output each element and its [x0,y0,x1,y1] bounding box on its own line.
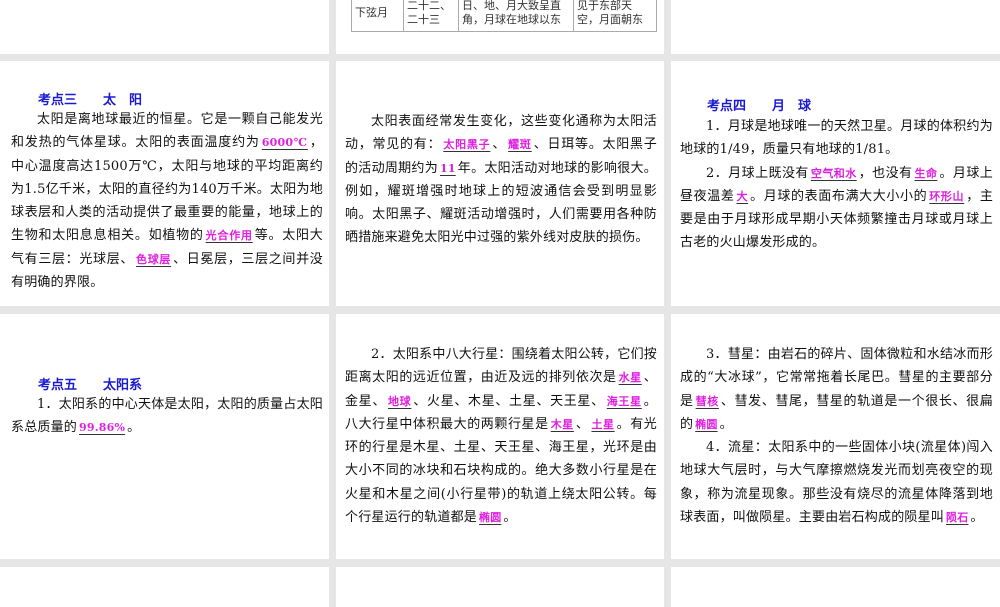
answer-blank: 太阳黑子 [443,138,491,152]
answer-blank: 空气和水 [810,166,857,180]
body-text: 1．月球是地球唯一的天然卫星。月球的体积约为地球的1/49，质量只有地球的1/8… [680,115,993,255]
answer-blank: 99.86% [79,421,126,435]
table-row: 下弦月 二十二、 二十三 日、地、月大致呈直角，月球在地球以东 见于东部天空，月… [351,0,657,32]
answer-blank: 木星 [550,417,574,431]
paragraph: 2．月球上既没有 空气和水 ，也没有 生命 。月球上昼夜温差大。月球的表面布满大大小小的… [680,162,993,255]
text-segment: 。月球的表面布满大大小小的 [750,188,928,204]
slide-thumb-11[interactable] [336,567,664,607]
slide-planets[interactable]: 2．太阳系中八大行星：围绕着太阳公转，它们按距离太阳的远近位置，由近及远的排列依… [336,314,664,559]
answer-blank: 地球 [388,394,412,408]
text-segment: 1．太阳系的中心天体是太阳，太阳的质量占太阳系总质量的 [11,397,323,436]
paragraph: 太阳表面经常发生变化，这些变化通称为太阳活动，常见的有： 太阳黑子、耀斑 、日珥等。… [345,110,657,250]
text-segment: 。 [127,420,141,436]
paragraph: 太阳是离地球最近的恒星。它是一颗自己能发光和发热的气体星球。太阳的表面温度约为 6… [11,108,323,294]
paragraph: 1．太阳系的中心天体是太阳，太阳的质量占太阳系总质量的 99.86%。 [11,393,323,440]
answer-blank: 11 [440,161,456,175]
heading-title: 月 球 [772,99,812,114]
slide-solar-system[interactable]: 考点五 太阳系 1．太阳系的中心天体是太阳，太阳的质量占太阳系总质量的 99.86%… [0,314,329,559]
table-cell: 二十二、 二十三 [403,0,459,32]
text-segment: 2．月球上既没有 [706,165,809,181]
text-segment: 1．月球是地球唯一的天然卫星。月球的体积约为地球的1/49，质量只有地球的1/8… [680,119,993,158]
answer-blank: 椭圆 [695,417,718,431]
answer-blank: 椭圆 [479,511,502,525]
body-text: 太阳表面经常发生变化，这些变化通称为太阳活动，常见的有： 太阳黑子、耀斑 、日珥等。… [345,110,657,250]
slide-thumb-2[interactable]: 下弦月 二十二、 二十三 日、地、月大致呈直角，月球在地球以东 见于东部天空，月… [336,0,664,54]
text-segment: 2．太阳系中八大行星：围绕着太阳公转，它们按距离太阳的远近位置，由近及远的排列依… [345,347,657,386]
heading-number: 考点三 [38,93,78,108]
text-segment: 。有光环的行星是木星、土星、天王星、海王星，光环是由大小不同的冰块和石块构成的。… [345,416,658,526]
body-text: 1．太阳系的中心天体是太阳，太阳的质量占太阳系总质量的 99.86%。 [11,393,323,440]
slide-solar-activity[interactable]: 太阳表面经常发生变化，这些变化通称为太阳活动，常见的有： 太阳黑子、耀斑 、日珥等。… [336,61,664,306]
text-segment: 、 [492,137,507,153]
text-segment: 。 [970,510,984,526]
paragraph: 2．太阳系中八大行星：围绕着太阳公转，它们按距离太阳的远近位置，由近及远的排列依… [345,343,657,529]
slide-moon[interactable]: 考点四 月 球 1．月球是地球唯一的天然卫星。月球的体积约为地球的1/49，质量只… [671,61,1000,306]
heading-title: 太 阳 [103,93,143,108]
body-text: 3．彗星：由岩石的碎片、固体微粒和水结冰而形成的“大冰球”，它常常拖着长尾巴。彗… [680,343,993,529]
slide-thumb-12[interactable] [671,567,1000,607]
answer-blank: 彗核 [695,394,719,408]
section-heading: 考点五 太阳系 [38,374,168,393]
heading-number: 考点五 [38,378,78,393]
text-segment: 。 [503,510,517,526]
answer-blank: 环形山 [929,189,965,203]
text-segment: 。 [719,416,733,432]
heading-number: 考点四 [707,99,747,114]
table-cell: 下弦月 [351,0,404,32]
slide-comets-meteors[interactable]: 3．彗星：由岩石的碎片、固体微粒和水结冰而形成的“大冰球”，它常常拖着长尾巴。彗… [671,314,1000,559]
body-text: 2．太阳系中八大行星：围绕着太阳公转，它们按距离太阳的远近位置，由近及远的排列依… [345,343,657,529]
answer-blank: 陨石 [946,511,969,525]
answer-blank: 生命 [914,166,938,180]
answer-blank: 水星 [618,371,642,385]
section-heading: 考点三 太 阳 [38,89,168,108]
answer-blank: 色球层 [136,252,172,266]
answer-blank: 耀斑 [508,138,532,152]
answer-blank: 大 [736,189,749,203]
answer-blank: 土星 [591,417,615,431]
paragraph: 4．流星：太阳系中的一些固体小块(流星体)闯入地球大气层时，与大气摩擦燃烧发光而… [680,436,993,529]
slide-thumb-10[interactable] [0,567,329,607]
text-segment: 、 [575,416,590,432]
slide-thumb-1[interactable] [0,0,329,54]
paragraph: 1．月球是地球唯一的天然卫星。月球的体积约为地球的1/49，质量只有地球的1/8… [680,115,993,162]
table-cell: 见于东部天空，月面朝东 [573,0,657,32]
answer-blank: 光合作用 [205,229,253,243]
body-text: 太阳是离地球最近的恒星。它是一颗自己能发光和发热的气体星球。太阳的表面温度约为 6… [11,108,323,294]
heading-title: 太阳系 [103,378,143,393]
answer-blank: 6000℃ [261,136,308,150]
slide-sun[interactable]: 考点三 太 阳 太阳是离地球最近的恒星。它是一颗自己能发光和发热的气体星球。太阳的… [0,61,329,306]
text-segment: ，也没有 [858,165,913,181]
moon-phase-table: 下弦月 二十二、 二十三 日、地、月大致呈直角，月球在地球以东 见于东部天空，月… [351,0,657,32]
table-cell: 日、地、月大致呈直角，月球在地球以东 [458,0,574,32]
section-heading: 考点四 月 球 [707,95,837,114]
answer-blank: 海王星 [606,394,642,408]
paragraph: 3．彗星：由岩石的碎片、固体微粒和水结冰而形成的“大冰球”，它常常拖着长尾巴。彗… [680,343,993,436]
slide-thumb-3[interactable] [671,0,1000,54]
text-segment: 、火星、木星、土星、天王星、 [413,393,605,409]
